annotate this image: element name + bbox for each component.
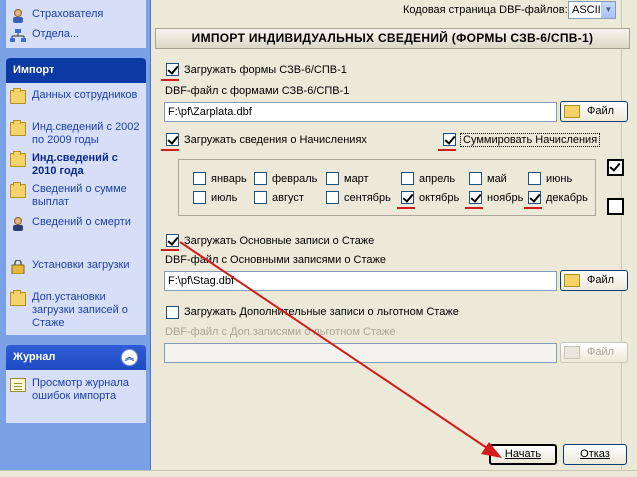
annotation-arrow	[179, 241, 502, 458]
bottom-strip	[0, 470, 637, 477]
